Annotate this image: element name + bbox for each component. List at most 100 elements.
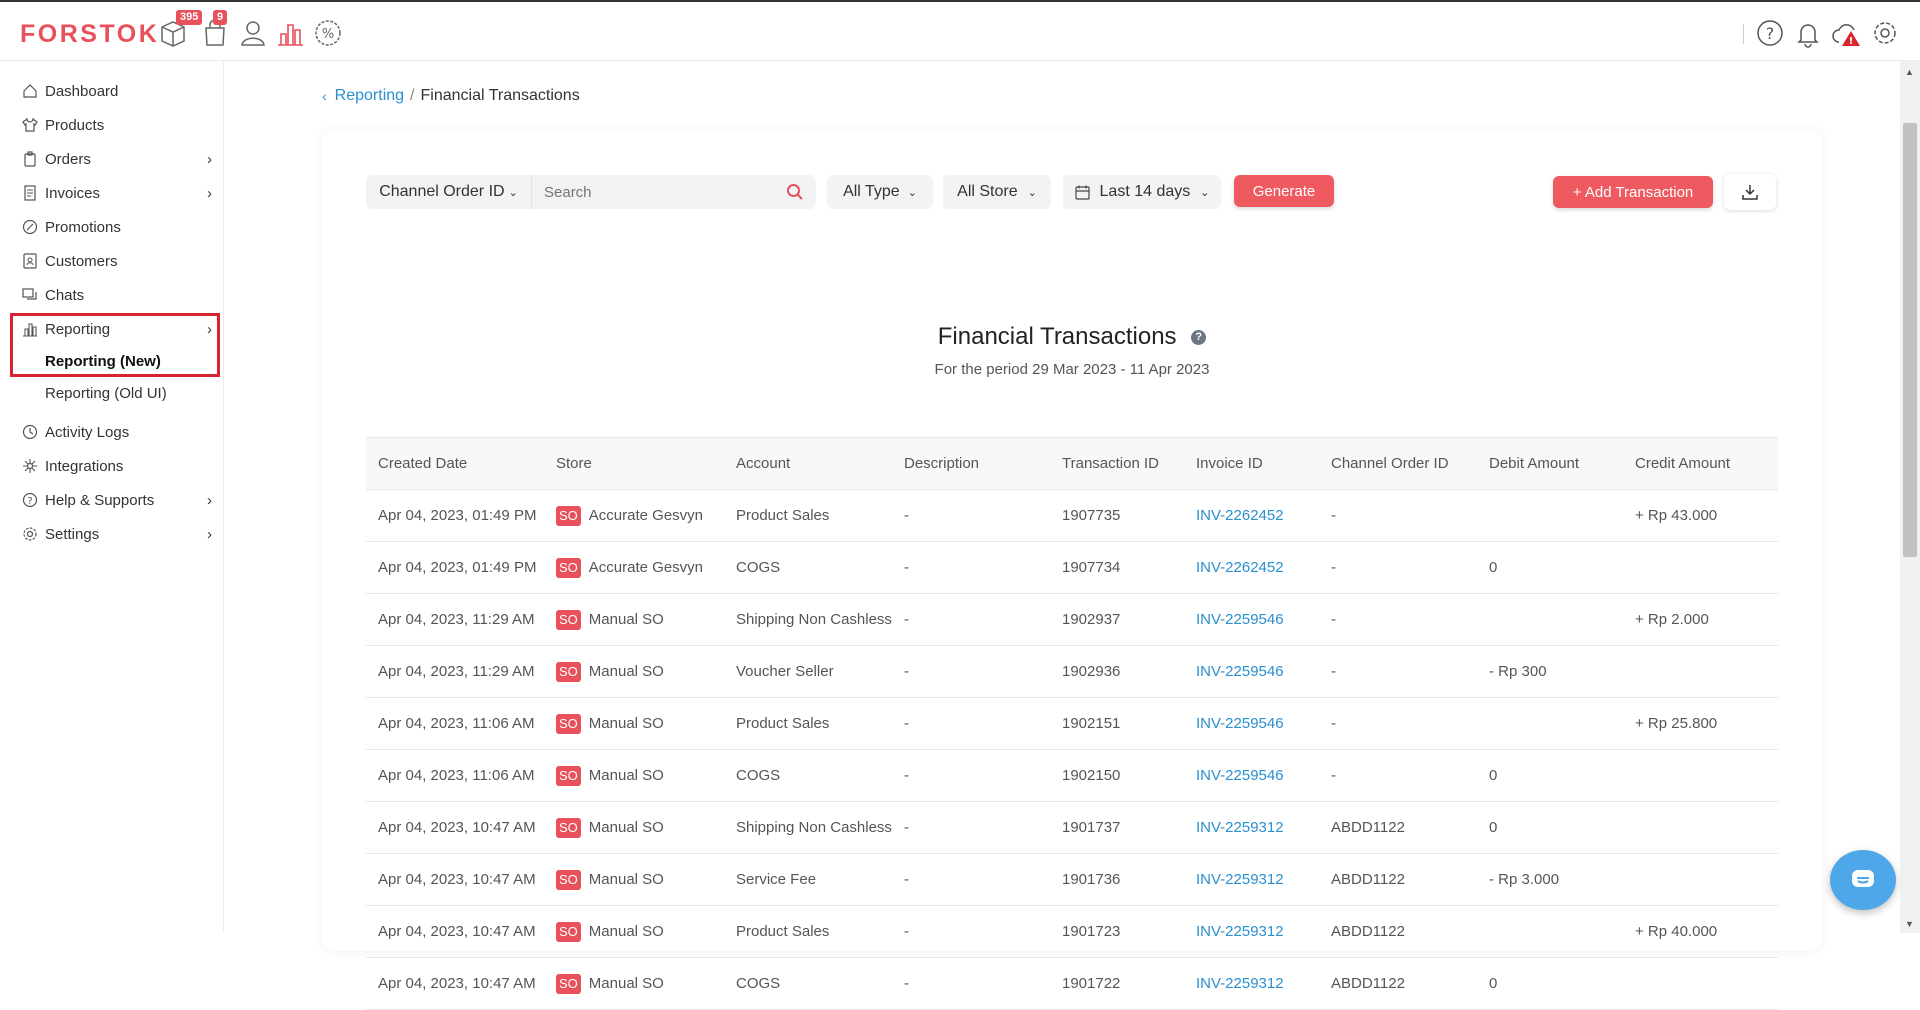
scroll-up-arrow-icon[interactable]: ▲ [1905,67,1914,77]
sidebar-item-settings[interactable]: Settings › [22,522,212,546]
date-range-select[interactable]: Last 14 days ⌄ [1063,175,1221,209]
chart-icon[interactable] [275,18,305,48]
header-created-date[interactable]: Created Date [366,437,544,490]
store-name: Manual SO [588,662,664,680]
store-channel-badge: SO [556,817,581,838]
table-row[interactable]: Apr 04, 2023, 11:06 AM SO Manual SO COGS -19… [366,749,1778,802]
cell-debit-amount: 0 [1477,541,1623,594]
sidebar-item-label: Invoices [45,184,101,202]
cell-debit-amount: - Rp 300 [1477,645,1623,698]
sidebar-item-chats[interactable]: Chats [22,283,212,307]
cell-account: Shipping Non Cashless [724,593,892,646]
header-transaction-id[interactable]: Transaction ID [1050,437,1184,490]
scrollbar[interactable]: ▲ ▼ [1900,61,1920,933]
chat-widget-button[interactable] [1830,850,1896,910]
cell-account: Product Sales [724,489,892,542]
cell-transaction-id: 1901737 [1050,801,1184,854]
cell-invoice-id[interactable]: INV-2259312 [1184,905,1319,958]
cell-invoice-id[interactable]: INV-2259546 [1184,645,1319,698]
cell-invoice-id[interactable]: INV-2262452 [1184,489,1319,542]
sidebar-item-help[interactable]: ? Help & Supports › [22,488,212,512]
help-icon[interactable]: ? [1755,18,1785,48]
sidebar-item-dashboard[interactable]: Dashboard [22,79,212,103]
sidebar-item-customers[interactable]: Customers [22,249,212,273]
cell-description: - [892,957,1050,1010]
cell-transaction-id: 1907735 [1050,489,1184,542]
sidebar-item-label: Promotions [45,218,121,236]
shirt-icon [22,117,38,132]
cell-created-date: Apr 04, 2023, 01:49 PM [366,541,544,594]
sidebar-item-invoices[interactable]: Invoices › [22,181,212,205]
table-row[interactable]: Apr 04, 2023, 10:47 AM SO Manual SO Shippin… [366,801,1778,854]
table-row[interactable]: Apr 04, 2023, 11:29 AM SO Manual SO Shippin… [366,593,1778,646]
store-name: Manual SO [588,714,664,732]
header-store[interactable]: Store [544,437,724,490]
cell-invoice-id[interactable]: INV-2262452 [1184,541,1319,594]
chevron-right-icon: › [207,185,212,202]
table-row[interactable]: Apr 04, 2023, 10:47 AM SO Manual SO Service… [366,853,1778,906]
info-icon[interactable]: ? [1191,330,1207,346]
sidebar-item-products[interactable]: Products [22,113,212,137]
cell-invoice-id[interactable]: INV-2259312 [1184,801,1319,854]
cloud-alert-icon[interactable]: ! [1831,18,1861,48]
cell-description: - [892,801,1050,854]
sidebar-item-label: Reporting [45,320,111,338]
cell-transaction-id: 1902151 [1050,697,1184,750]
header-account[interactable]: Account [724,437,892,490]
table-row[interactable]: Apr 04, 2023, 01:49 PM SO Accurate Gesvyn P… [366,489,1778,542]
table-row[interactable]: Apr 04, 2023, 11:29 AM SO Manual SO Voucher… [366,645,1778,698]
type-select[interactable]: All Type ⌄ [827,175,933,209]
sidebar-item-promotions[interactable]: Promotions [22,215,212,239]
sidebar-subitem-reporting-new[interactable]: Reporting (New) [45,353,161,370]
store-name: Manual SO [588,766,664,784]
table-row[interactable]: Apr 04, 2023, 10:47 AM SO Manual SO COGS -19… [366,957,1778,1010]
search-input[interactable] [532,175,786,209]
settings-icon[interactable] [1870,18,1900,48]
generate-button[interactable]: Generate [1234,175,1334,207]
header-invoice-id[interactable]: Invoice ID [1184,437,1319,490]
store-channel-badge: SO [556,661,581,682]
table-row[interactable]: Apr 04, 2023, 01:49 PM SO Accurate Gesvyn C… [366,541,1778,594]
download-button[interactable] [1724,174,1776,210]
cell-created-date: Apr 04, 2023, 10:47 AM [366,853,544,906]
add-transaction-button[interactable]: + Add Transaction [1553,176,1713,208]
search-icon[interactable] [786,183,804,201]
table-row[interactable]: Apr 04, 2023, 10:47 AM SO Manual SO Product… [366,905,1778,958]
sidebar-item-integrations[interactable]: Integrations [22,454,212,478]
user-icon[interactable] [238,18,268,48]
cell-channel-order-id: - [1319,697,1477,750]
cell-created-date: Apr 04, 2023, 10:47 AM [366,801,544,854]
forstok-logo[interactable]: FORSTOK [20,20,159,49]
download-icon [1742,185,1758,200]
cell-store: SO Manual SO [544,957,724,1010]
scrollbar-thumb[interactable] [1903,123,1917,557]
store-select[interactable]: All Store ⌄ [943,175,1051,209]
cell-description: - [892,905,1050,958]
sidebar-item-orders[interactable]: Orders › [22,147,212,171]
discount-icon[interactable]: % [313,18,343,48]
sidebar-item-activity-logs[interactable]: Activity Logs [22,420,212,444]
store-channel-badge: SO [556,973,581,994]
header-debit-amount[interactable]: Debit Amount [1477,437,1623,490]
cell-transaction-id: 1901736 [1050,853,1184,906]
cell-account: COGS [724,957,892,1010]
header-description[interactable]: Description [892,437,1050,490]
breadcrumb-parent[interactable]: Reporting [335,87,404,105]
sidebar-subitem-reporting-old[interactable]: Reporting (Old UI) [45,385,167,402]
cell-invoice-id[interactable]: INV-2259546 [1184,697,1319,750]
bell-icon[interactable] [1793,18,1823,48]
store-channel-badge: SO [556,921,581,942]
header-credit-amount[interactable]: Credit Amount [1623,437,1778,490]
sidebar-item-reporting[interactable]: Reporting › [22,317,212,341]
chevron-left-icon[interactable]: ‹ [322,88,327,104]
cell-invoice-id[interactable]: INV-2259546 [1184,593,1319,646]
cell-invoice-id[interactable]: INV-2259312 [1184,853,1319,906]
scroll-down-arrow-icon[interactable]: ▼ [1905,919,1914,929]
store-name: Manual SO [588,818,664,836]
table-row[interactable]: Apr 04, 2023, 11:06 AM SO Manual SO Product… [366,697,1778,750]
store-channel-badge: SO [556,765,581,786]
header-channel-order-id[interactable]: Channel Order ID [1319,437,1477,490]
search-by-select[interactable]: Channel Order ID ⌄ [366,175,532,209]
cell-invoice-id[interactable]: INV-2259546 [1184,749,1319,802]
cell-invoice-id[interactable]: INV-2259312 [1184,957,1319,1010]
